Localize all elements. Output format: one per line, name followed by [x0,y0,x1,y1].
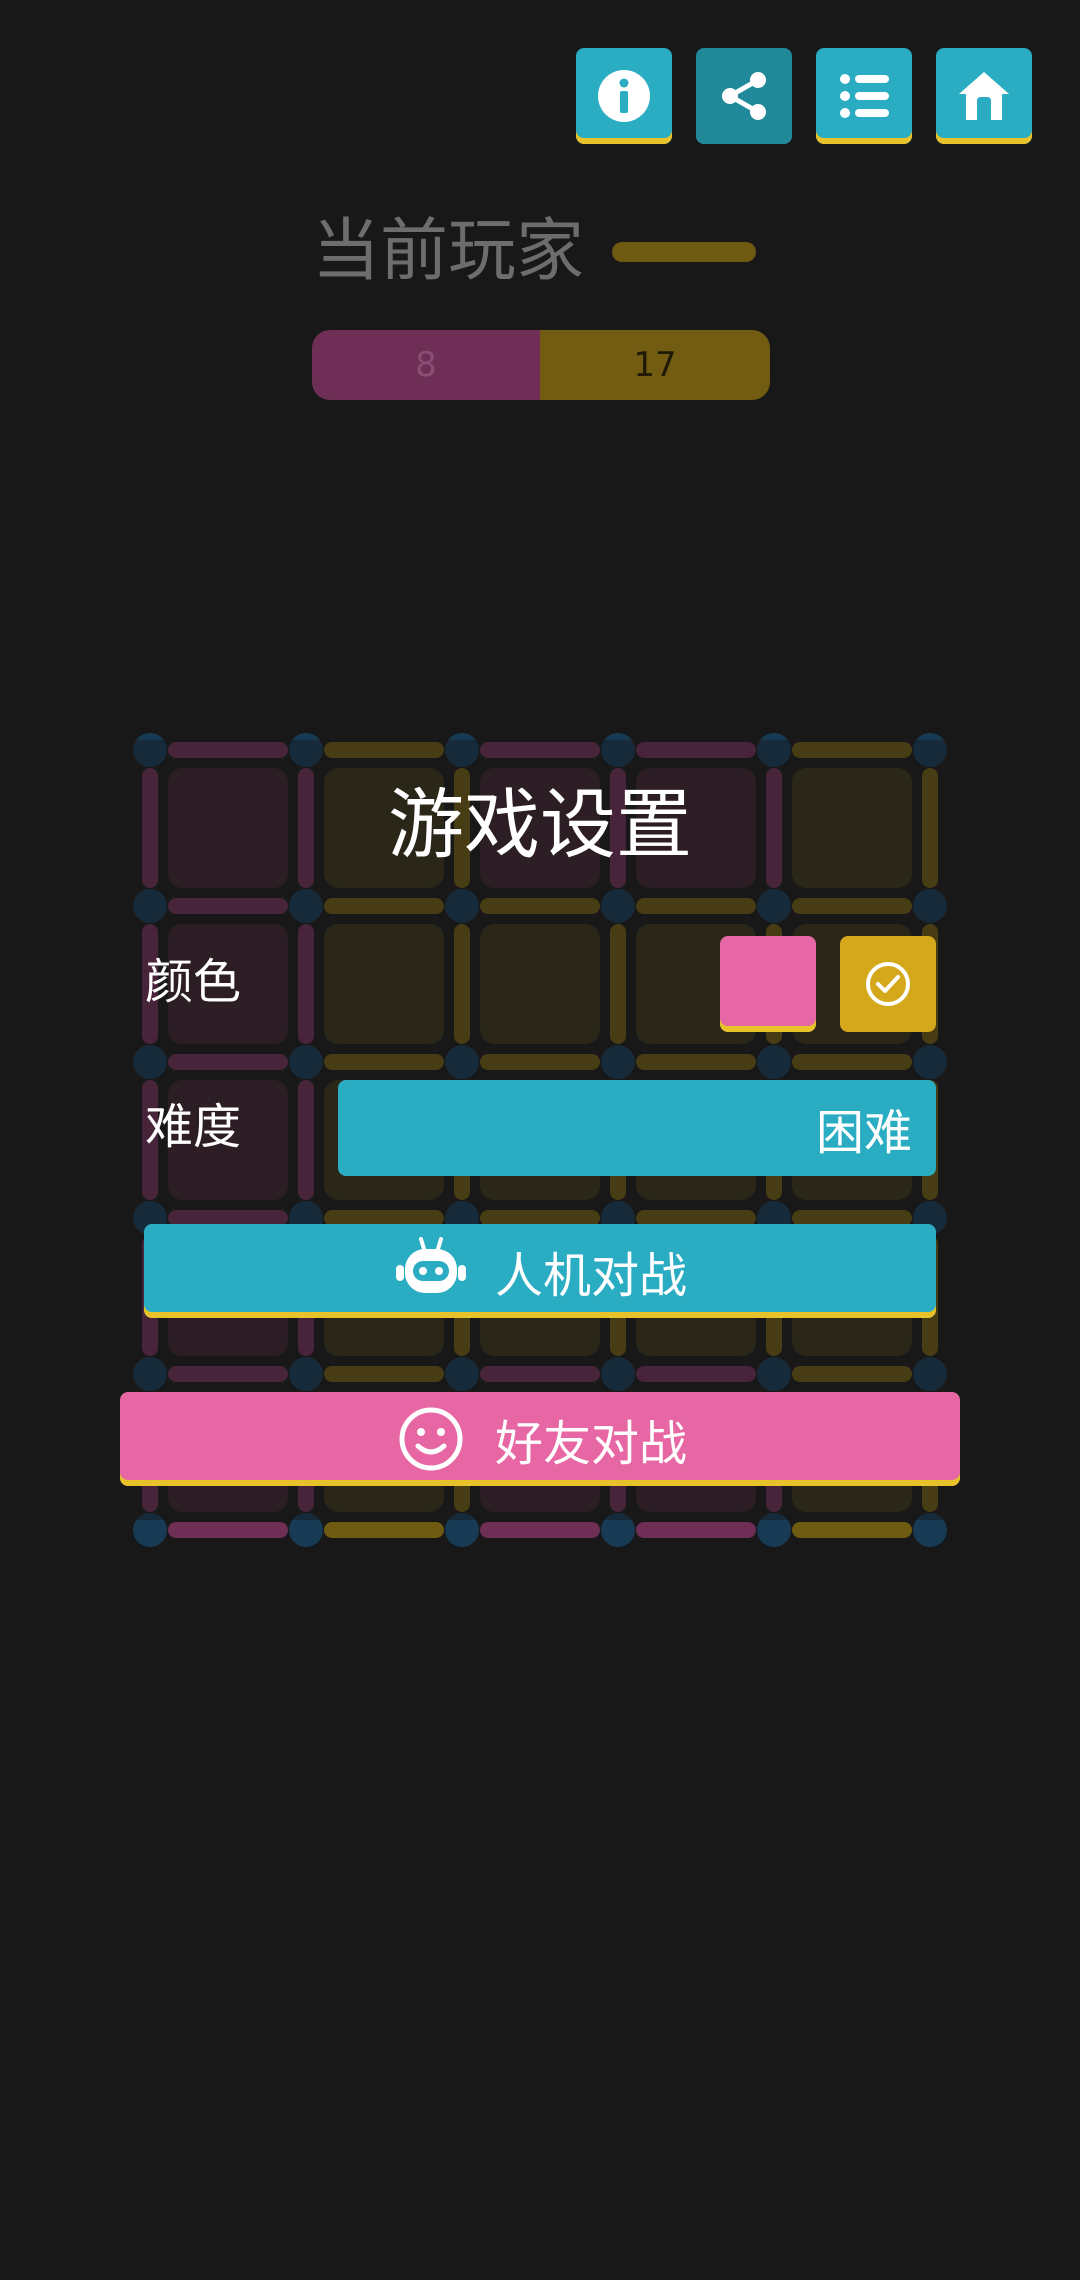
difficulty-select[interactable]: 困难 [338,1080,936,1176]
dialog-title: 游戏设置 [388,780,692,869]
vs-ai-button[interactable]: 人机对战 [144,1224,936,1318]
robot-icon [395,1237,466,1293]
board-edge-horizontal [480,1522,600,1538]
board-edge-horizontal [792,1522,912,1538]
difficulty-value: 困难 [815,1105,912,1161]
smile-icon [399,1407,463,1471]
board-edge-horizontal [168,1522,288,1538]
game-screen: 当前玩家 8 17 游戏设置 颜色 难度 困难 人机对战 好友对战 [0,0,1080,2280]
difficulty-label: 难度 [145,1099,242,1155]
color-label: 颜色 [145,954,242,1010]
board-edge-horizontal [636,1522,756,1538]
color-option-yellow[interactable] [840,936,936,1032]
vs-ai-label: 人机对战 [494,1248,687,1304]
vs-friend-label: 好友对战 [494,1416,687,1472]
board-edge-horizontal [324,1522,444,1538]
check-circle-icon [866,962,910,1006]
vs-friend-button[interactable]: 好友对战 [120,1392,960,1486]
color-option-pink[interactable] [720,936,816,1032]
